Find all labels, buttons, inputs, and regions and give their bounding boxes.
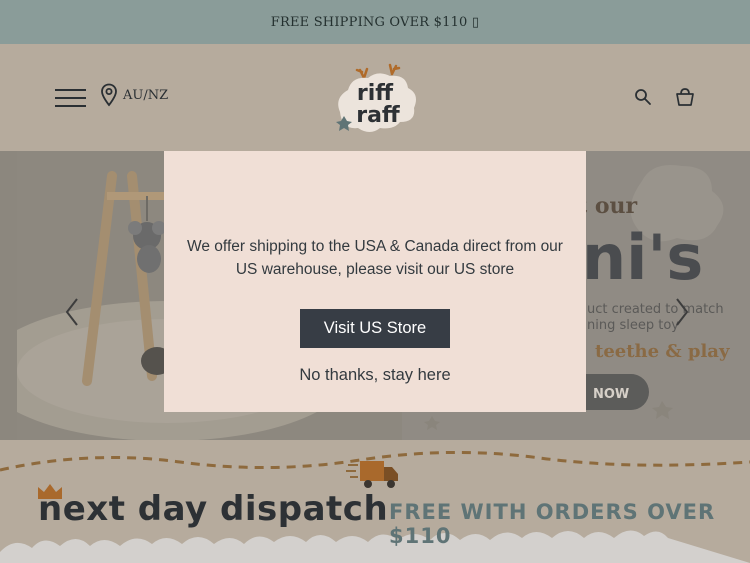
hero-text-line-1: t our — [577, 193, 637, 219]
dispatch-banner: next day dispatch FREE WITH ORDERS OVER … — [0, 440, 750, 563]
modal-message: We offer shipping to the USA & Canada di… — [187, 238, 563, 278]
site-header: AU/NZ riff raff — [0, 44, 750, 151]
site-logo[interactable]: riff raff — [332, 60, 418, 136]
menu-icon[interactable] — [55, 89, 86, 107]
dispatch-subline: FREE WITH ORDERS OVER $110 — [389, 500, 716, 548]
slideshow-next-arrow[interactable] — [674, 297, 690, 327]
slideshow-prev-arrow[interactable] — [64, 297, 80, 327]
delivery-truck-icon — [346, 461, 398, 488]
dispatch-headline: next day dispatch — [38, 489, 389, 529]
hero-text-line-3: uct created to match — [587, 302, 724, 317]
announcement-text: FREE SHIPPING OVER $110 ▯ — [270, 14, 480, 30]
cart-icon[interactable] — [675, 87, 695, 107]
visit-us-store-button[interactable]: Visit US Store — [300, 309, 450, 348]
hero-shop-label: NOW — [593, 387, 629, 402]
map-pin-icon — [101, 83, 117, 107]
hero-text-line-2: ni's — [582, 221, 703, 294]
hero-text-line-4: ning sleep toy — [587, 318, 679, 333]
store-redirect-modal: We offer shipping to the USA & Canada di… — [164, 151, 586, 412]
search-icon[interactable] — [634, 88, 652, 106]
stay-here-link[interactable]: No thanks, stay here — [264, 363, 486, 387]
announcement-bar: FREE SHIPPING OVER $110 ▯ — [0, 0, 750, 44]
hero-text-line-5: teethe & play — [595, 341, 730, 362]
svg-text:raff: raff — [356, 103, 401, 128]
location-label: AU/NZ — [123, 87, 169, 103]
location-selector[interactable]: AU/NZ — [100, 83, 168, 107]
